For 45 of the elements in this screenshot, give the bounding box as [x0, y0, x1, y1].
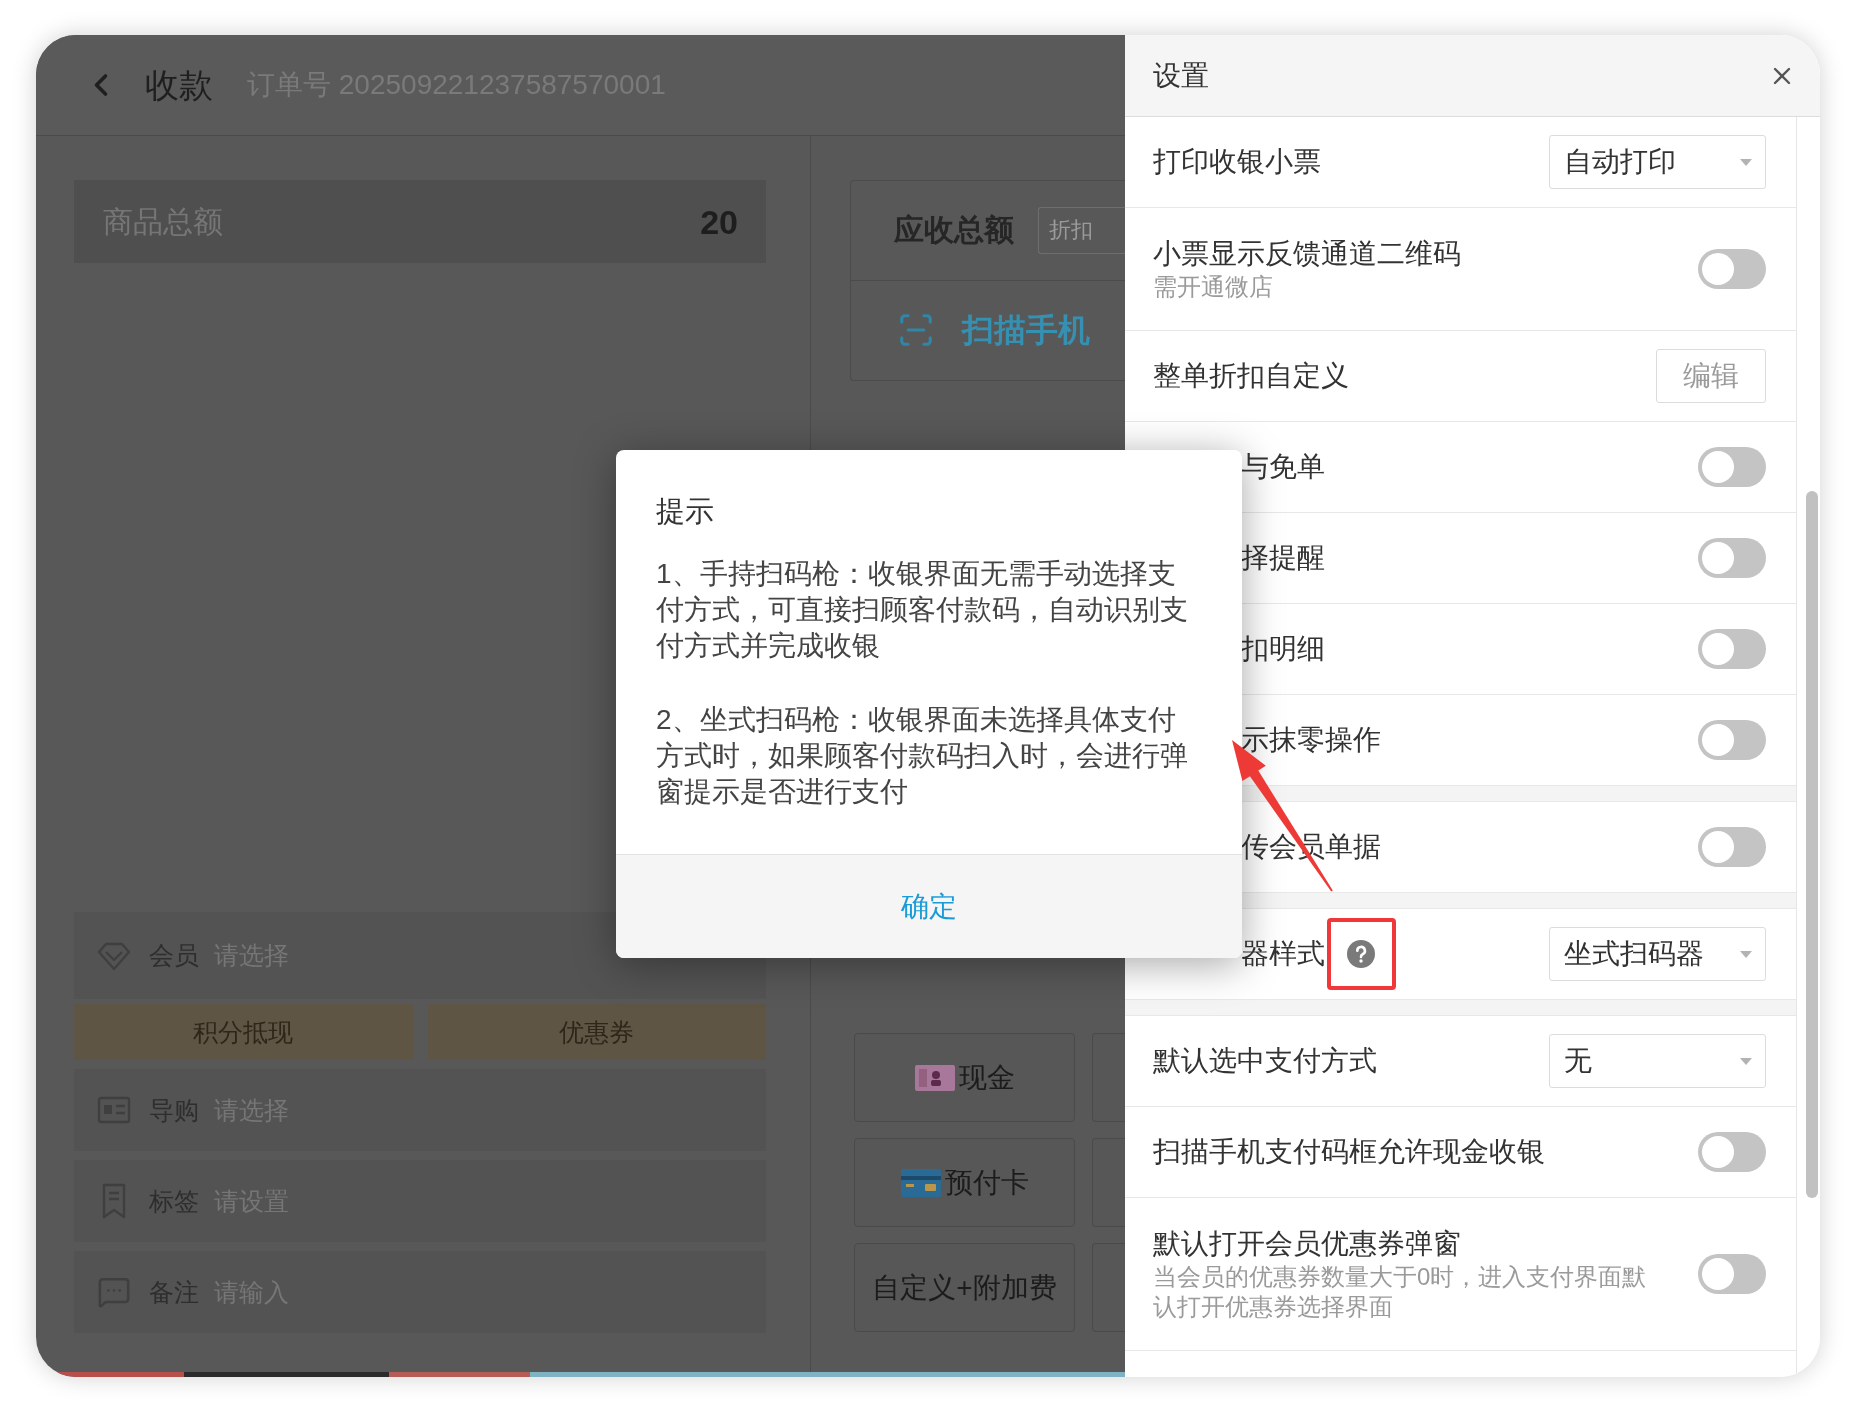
- setting-label: 扣明细: [1241, 632, 1325, 666]
- payment-tile[interactable]: [1092, 1138, 1125, 1227]
- caret-icon: [1740, 950, 1752, 958]
- setting-hint: 当会员的优惠券数量大于0时，进入支付界面默认打开优惠券选择界面: [1153, 1262, 1648, 1322]
- toggle-switch[interactable]: [1698, 447, 1766, 487]
- dropdown[interactable]: 自动打印: [1549, 135, 1766, 189]
- toggle-switch[interactable]: [1698, 538, 1766, 578]
- toggle-switch[interactable]: [1698, 629, 1766, 669]
- setting-label: 打印收银小票: [1153, 145, 1321, 179]
- setting-hint: 需开通微店: [1153, 272, 1274, 302]
- dropdown[interactable]: 无: [1549, 1034, 1766, 1088]
- scan-label[interactable]: 扫描手机: [962, 314, 1090, 347]
- setting-label: 器样式: [1241, 937, 1325, 971]
- setting-label: 默认打开会员优惠券弹窗: [1153, 1227, 1462, 1261]
- card-icon: [900, 1168, 941, 1197]
- help-icon[interactable]: [1347, 940, 1375, 968]
- page-title: 收款: [145, 68, 213, 102]
- payment-tile[interactable]: [1092, 1033, 1125, 1122]
- toggle-switch[interactable]: [1698, 827, 1766, 867]
- toggle-switch[interactable]: [1698, 1132, 1766, 1172]
- payment-method-button[interactable]: 自定义+附加费: [854, 1243, 1075, 1332]
- caret-icon: [1740, 1057, 1752, 1065]
- setting-label: 整单折扣自定义: [1153, 359, 1349, 393]
- scrollbar-thumb[interactable]: [1806, 491, 1818, 1198]
- setting-label: 小票显示反馈通道二维码: [1153, 237, 1462, 271]
- dropdown[interactable]: 坐式扫码器: [1549, 927, 1766, 981]
- payment-method-button[interactable]: 现金: [854, 1033, 1075, 1122]
- dialog-message: 2、坐式扫码枪：收银界面未选择具体支付方式时，如果顾客付款码扫入时，会进行弹窗提示是否进行支付: [656, 703, 1189, 809]
- setting-label: 默认选中支付方式: [1153, 1044, 1377, 1078]
- payment-method-button[interactable]: 预付卡: [854, 1138, 1075, 1227]
- confirm-button[interactable]: 确定: [616, 854, 1242, 958]
- setting-label: 示抹零操作: [1241, 723, 1381, 757]
- setting-label: 与免单: [1241, 450, 1325, 484]
- setting-label: 择提醒: [1241, 541, 1325, 575]
- dialog-message: 1、手持扫码枪：收银界面无需手动选择支付方式，可直接扫顾客付款码，自动识别支付方式并完成收银: [656, 557, 1189, 663]
- setting-label: 扫描手机支付码框允许现金收银: [1153, 1135, 1545, 1169]
- edit-button[interactable]: 编辑: [1656, 349, 1766, 403]
- toggle-switch[interactable]: [1698, 1254, 1766, 1294]
- payment-tile[interactable]: [1092, 1243, 1125, 1332]
- banknote-icon: [914, 1064, 955, 1091]
- toggle-switch[interactable]: [1698, 720, 1766, 760]
- panel-title: 设置: [1153, 61, 1209, 90]
- caret-icon: [1740, 158, 1752, 166]
- dialog-title: 提示: [656, 494, 714, 529]
- toggle-switch[interactable]: [1698, 249, 1766, 289]
